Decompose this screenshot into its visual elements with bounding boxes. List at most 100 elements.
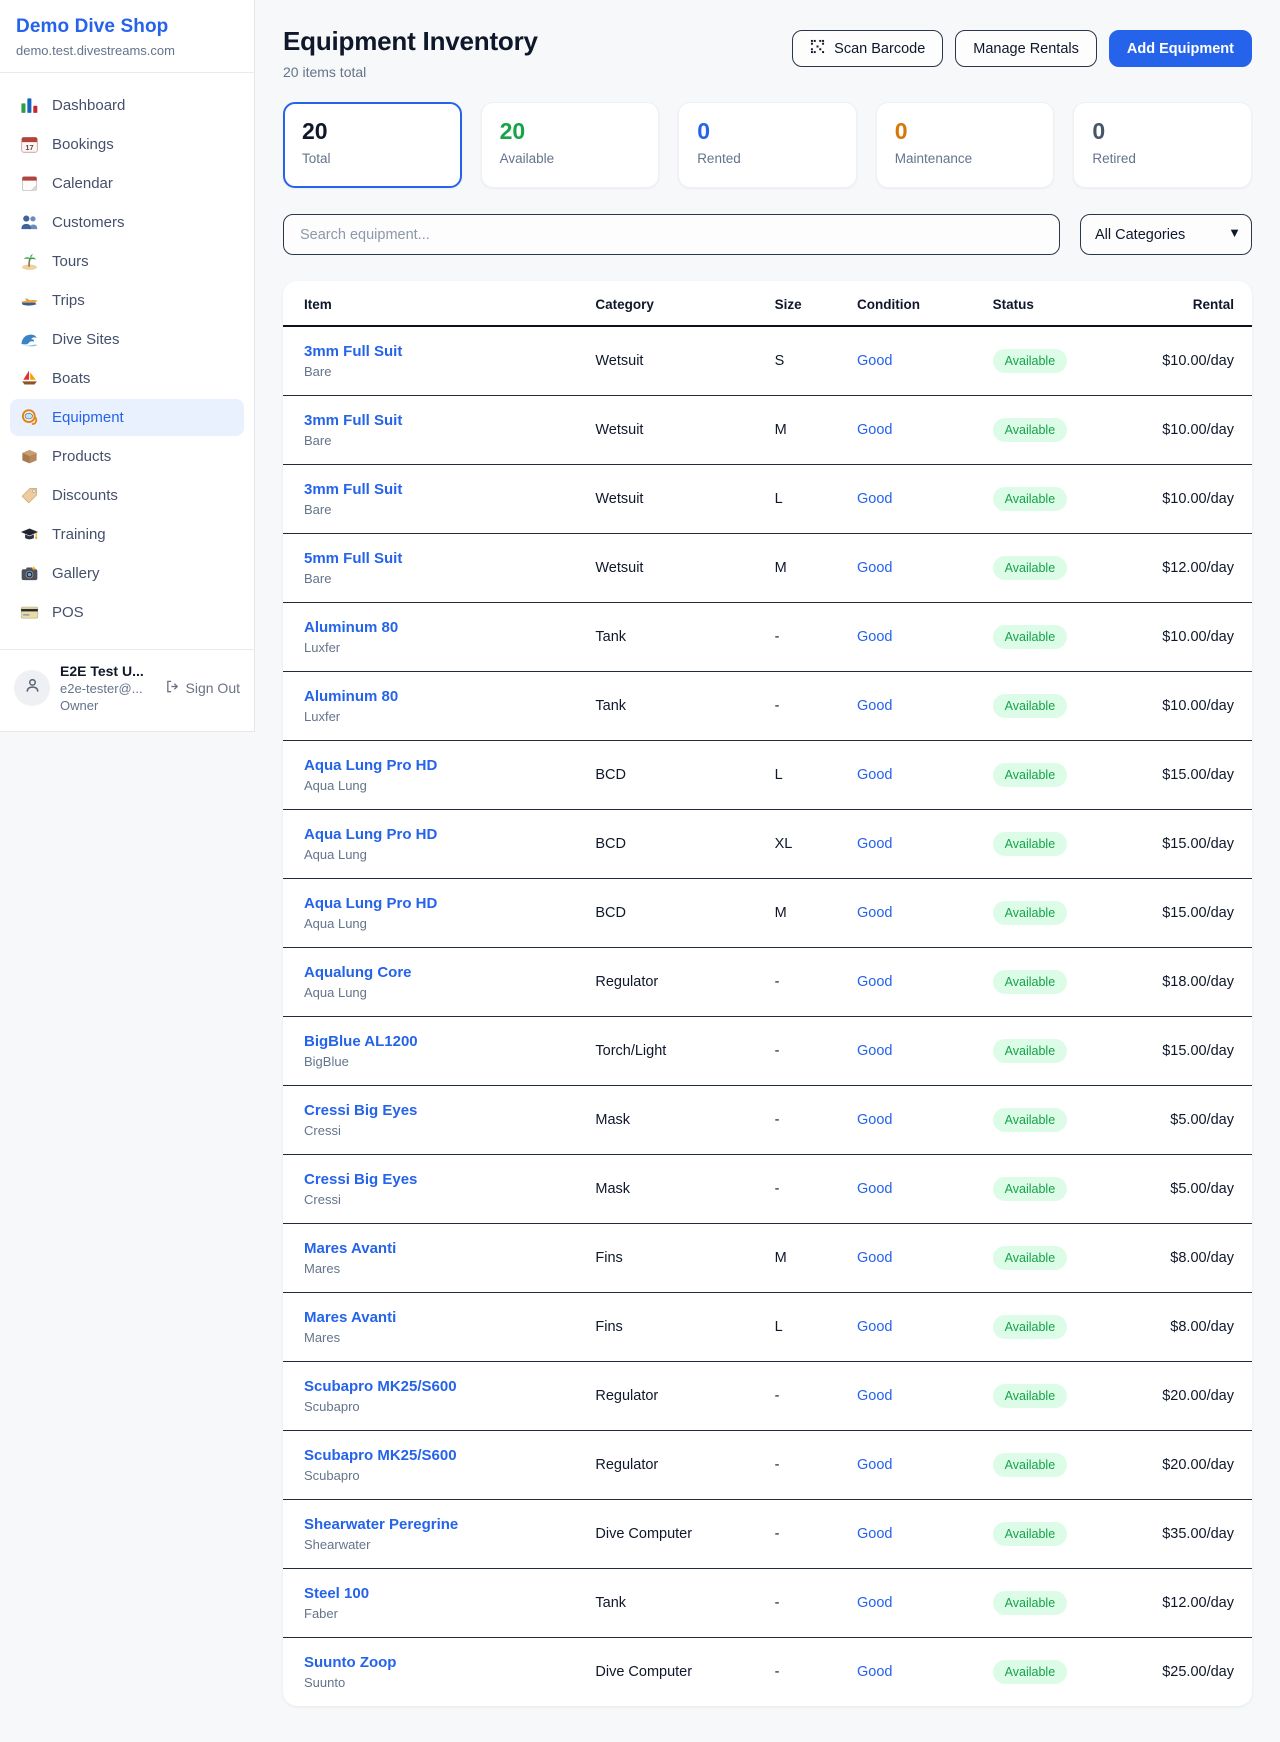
table-row: BigBlue AL1200BigBlueTorch/Light-GoodAva… bbox=[283, 1016, 1252, 1085]
item-brand: Aqua Lung bbox=[304, 778, 571, 793]
status-badge: Available bbox=[993, 487, 1068, 511]
sidebar-item-pos[interactable]: POS bbox=[10, 594, 244, 631]
item-condition-link[interactable]: Good bbox=[857, 1043, 892, 1059]
item-size: - bbox=[763, 1430, 845, 1499]
item-name-link[interactable]: Steel 100 bbox=[304, 1585, 571, 1602]
sidebar-item-calendar[interactable]: Calendar bbox=[10, 165, 244, 202]
sidebar-item-tours[interactable]: Tours bbox=[10, 243, 244, 280]
item-name-link[interactable]: Mares Avanti bbox=[304, 1309, 571, 1326]
scan-barcode-button[interactable]: Scan Barcode bbox=[792, 30, 943, 67]
sidebar-item-dive-sites[interactable]: Dive Sites bbox=[10, 321, 244, 358]
item-condition-link[interactable]: Good bbox=[857, 629, 892, 645]
item-category: BCD bbox=[583, 878, 762, 947]
table-row: Aqua Lung Pro HDAqua LungBCDXLGoodAvaila… bbox=[283, 809, 1252, 878]
item-name-link[interactable]: Aqualung Core bbox=[304, 964, 571, 981]
add-equipment-button[interactable]: Add Equipment bbox=[1109, 30, 1252, 67]
item-name-link[interactable]: Shearwater Peregrine bbox=[304, 1516, 571, 1533]
item-brand: Scubapro bbox=[304, 1399, 571, 1414]
item-rental-rate: $10.00/day bbox=[1126, 464, 1252, 533]
column-header-size: Size bbox=[763, 281, 845, 326]
manage-rentals-label: Manage Rentals bbox=[973, 41, 1079, 57]
item-condition-link[interactable]: Good bbox=[857, 767, 892, 783]
stat-card-available[interactable]: 20Available bbox=[481, 102, 660, 188]
item-name-link[interactable]: Aqua Lung Pro HD bbox=[304, 826, 571, 843]
item-name-link[interactable]: Aluminum 80 bbox=[304, 688, 571, 705]
table-row: Aqua Lung Pro HDAqua LungBCDMGoodAvailab… bbox=[283, 878, 1252, 947]
stat-card-rented[interactable]: 0Rented bbox=[678, 102, 857, 188]
item-brand: Shearwater bbox=[304, 1537, 571, 1552]
item-condition-link[interactable]: Good bbox=[857, 422, 892, 438]
item-name-link[interactable]: 3mm Full Suit bbox=[304, 343, 571, 360]
item-size: - bbox=[763, 1568, 845, 1637]
item-condition-link[interactable]: Good bbox=[857, 1664, 892, 1680]
item-rental-rate: $15.00/day bbox=[1126, 878, 1252, 947]
item-name-link[interactable]: Cressi Big Eyes bbox=[304, 1171, 571, 1188]
item-name-link[interactable]: Aluminum 80 bbox=[304, 619, 571, 636]
sidebar-item-label: Discounts bbox=[52, 487, 118, 504]
sidebar-item-label: Gallery bbox=[52, 565, 100, 582]
item-condition-link[interactable]: Good bbox=[857, 560, 892, 576]
status-badge: Available bbox=[993, 1315, 1068, 1339]
item-condition-link[interactable]: Good bbox=[857, 491, 892, 507]
item-brand: Aqua Lung bbox=[304, 985, 571, 1000]
item-name-link[interactable]: BigBlue AL1200 bbox=[304, 1033, 571, 1050]
item-name-link[interactable]: 5mm Full Suit bbox=[304, 550, 571, 567]
item-size: M bbox=[763, 878, 845, 947]
search-wrap bbox=[283, 214, 1060, 255]
item-condition-link[interactable]: Good bbox=[857, 836, 892, 852]
item-condition-link[interactable]: Good bbox=[857, 353, 892, 369]
item-name-link[interactable]: Scubapro MK25/S600 bbox=[304, 1378, 571, 1395]
item-name-link[interactable]: Aqua Lung Pro HD bbox=[304, 757, 571, 774]
item-condition-link[interactable]: Good bbox=[857, 1526, 892, 1542]
item-rental-rate: $15.00/day bbox=[1126, 809, 1252, 878]
sidebar-item-trips[interactable]: Trips bbox=[10, 282, 244, 319]
stat-card-retired[interactable]: 0Retired bbox=[1073, 102, 1252, 188]
brand-domain: demo.test.divestreams.com bbox=[16, 43, 238, 58]
sidebar-item-bookings[interactable]: 17Bookings bbox=[10, 126, 244, 163]
item-rental-rate: $10.00/day bbox=[1126, 326, 1252, 395]
sidebar-item-gallery[interactable]: Gallery bbox=[10, 555, 244, 592]
table-row: Aqualung CoreAqua LungRegulator-GoodAvai… bbox=[283, 947, 1252, 1016]
item-name-link[interactable]: Cressi Big Eyes bbox=[304, 1102, 571, 1119]
status-badge: Available bbox=[993, 1246, 1068, 1270]
equipment-table: Item Category Size Condition Status Rent… bbox=[283, 281, 1252, 1706]
sidebar-item-discounts[interactable]: Discounts bbox=[10, 477, 244, 514]
item-condition-link[interactable]: Good bbox=[857, 1457, 892, 1473]
item-condition-link[interactable]: Good bbox=[857, 698, 892, 714]
sidebar-item-boats[interactable]: Boats bbox=[10, 360, 244, 397]
status-badge: Available bbox=[993, 1453, 1068, 1477]
sidebar-item-equipment[interactable]: Equipment bbox=[10, 399, 244, 436]
search-input[interactable] bbox=[283, 214, 1060, 255]
item-name-link[interactable]: Aqua Lung Pro HD bbox=[304, 895, 571, 912]
item-category: Mask bbox=[583, 1085, 762, 1154]
item-name-link[interactable]: 3mm Full Suit bbox=[304, 481, 571, 498]
item-condition-link[interactable]: Good bbox=[857, 1250, 892, 1266]
item-condition-link[interactable]: Good bbox=[857, 1595, 892, 1611]
item-name-link[interactable]: Scubapro MK25/S600 bbox=[304, 1447, 571, 1464]
sign-out-button[interactable]: Sign Out bbox=[165, 679, 240, 697]
sidebar-item-products[interactable]: Products bbox=[10, 438, 244, 475]
sidebar-item-training[interactable]: Training bbox=[10, 516, 244, 553]
item-condition-link[interactable]: Good bbox=[857, 905, 892, 921]
sidebar-item-dashboard[interactable]: Dashboard bbox=[10, 87, 244, 124]
tours-icon bbox=[20, 252, 39, 271]
item-name-link[interactable]: 3mm Full Suit bbox=[304, 412, 571, 429]
status-badge: Available bbox=[993, 1660, 1068, 1684]
stat-card-total[interactable]: 20Total bbox=[283, 102, 462, 188]
item-brand: Luxfer bbox=[304, 709, 571, 724]
user-email: e2e-tester@... bbox=[60, 681, 155, 696]
item-rental-rate: $18.00/day bbox=[1126, 947, 1252, 1016]
item-condition-link[interactable]: Good bbox=[857, 1112, 892, 1128]
item-name-link[interactable]: Suunto Zoop bbox=[304, 1654, 571, 1671]
item-condition-link[interactable]: Good bbox=[857, 1388, 892, 1404]
brand-title[interactable]: Demo Dive Shop bbox=[16, 16, 238, 38]
stat-card-maintenance[interactable]: 0Maintenance bbox=[876, 102, 1055, 188]
table-row: Shearwater PeregrineShearwaterDive Compu… bbox=[283, 1499, 1252, 1568]
sidebar-item-customers[interactable]: Customers bbox=[10, 204, 244, 241]
manage-rentals-button[interactable]: Manage Rentals bbox=[955, 30, 1097, 67]
item-condition-link[interactable]: Good bbox=[857, 1181, 892, 1197]
category-select[interactable]: All Categories bbox=[1080, 214, 1252, 255]
item-condition-link[interactable]: Good bbox=[857, 1319, 892, 1335]
item-condition-link[interactable]: Good bbox=[857, 974, 892, 990]
item-name-link[interactable]: Mares Avanti bbox=[304, 1240, 571, 1257]
